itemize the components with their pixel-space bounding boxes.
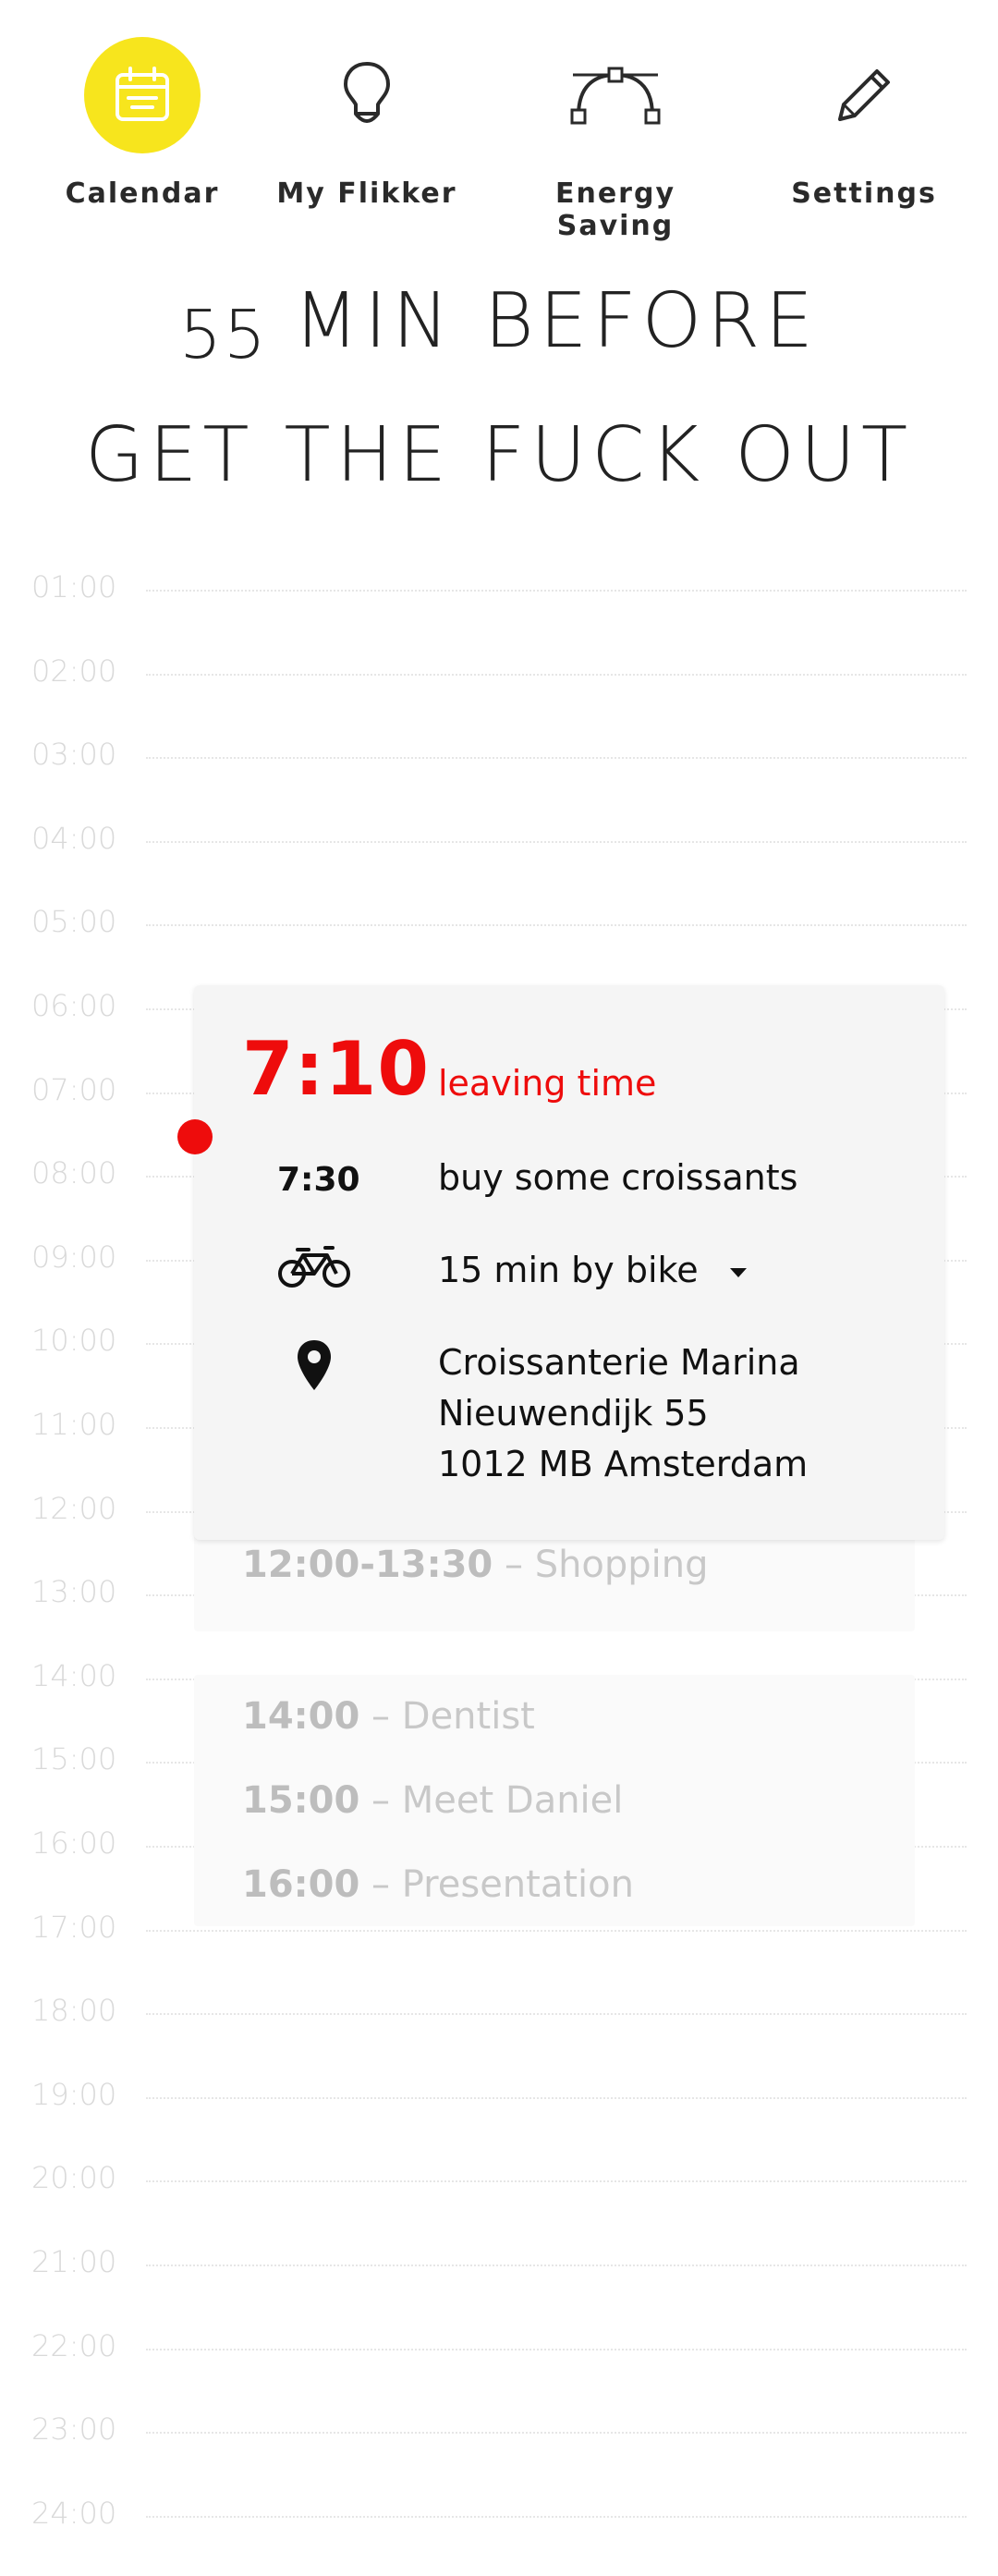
hour-row: 02:00 [0, 653, 998, 689]
countdown-minutes: 55 [179, 296, 268, 373]
address-line-2: Nieuwendijk 55 [438, 1393, 709, 1434]
event-title: Meet Daniel [401, 1779, 624, 1822]
hour-row: 19:00 [0, 2077, 998, 2112]
bezier-curve-icon [557, 37, 674, 153]
event-title: Dentist [401, 1695, 535, 1738]
hour-gridline [146, 2180, 967, 2183]
hour-label: 02:00 [31, 653, 117, 689]
hour-gridline [146, 2013, 967, 2016]
hour-row: 22:00 [0, 2328, 998, 2363]
event-title: buy some croissants [438, 1157, 798, 1198]
event-time: 12:00-13:30 [242, 1544, 493, 1586]
event-title: Shopping [534, 1544, 709, 1586]
hour-label: 06:00 [31, 988, 117, 1023]
hour-label: 09:00 [31, 1239, 117, 1275]
event-item-shopping[interactable]: 12:00-13:30 – Shopping [242, 1544, 709, 1586]
countdown-headline: 55 MIN BEFORE [0, 277, 998, 373]
travel-mode-select[interactable]: 15 min by bike [438, 1250, 747, 1290]
calendar-icon [84, 37, 201, 153]
hour-gridline [146, 2432, 967, 2435]
hour-gridline [146, 590, 967, 592]
hour-label: 04:00 [31, 820, 117, 856]
address-line-3: 1012 MB Amsterdam [438, 1444, 809, 1484]
hour-gridline [146, 673, 967, 676]
address-line-1: Croissanterie Marina [438, 1342, 800, 1383]
event-time: 16:00 [242, 1863, 360, 1906]
event-time: 15:00 [242, 1779, 360, 1822]
event-start-time: 7:30 [277, 1161, 360, 1199]
hour-label: 19:00 [31, 2076, 117, 2112]
hour-row: 05:00 [0, 904, 998, 939]
lightbulb-icon [309, 37, 425, 153]
current-time-indicator [177, 1119, 213, 1154]
hour-label: 12:00 [31, 1490, 117, 1526]
nav-item-my-flikker[interactable]: My Flikker [256, 28, 478, 210]
event-item-meet-daniel[interactable]: 15:00 – Meet Daniel [242, 1779, 623, 1822]
event-item-dentist[interactable]: 14:00 – Dentist [242, 1695, 535, 1738]
hour-row: 20:00 [0, 2160, 998, 2195]
hour-gridline [146, 1929, 967, 1932]
nav-label-my-flikker: My Flikker [276, 177, 457, 210]
hour-label: 05:00 [31, 904, 117, 940]
hour-gridline [146, 2348, 967, 2350]
hour-row: 04:00 [0, 821, 998, 856]
hour-label: 03:00 [31, 737, 117, 773]
hour-label: 01:00 [31, 569, 117, 604]
leaving-time: 7:10 [242, 1026, 430, 1112]
hour-label: 07:00 [31, 1071, 117, 1107]
countdown-subline: GET THE FUCK OUT [84, 411, 914, 499]
hour-gridline [146, 2265, 967, 2266]
hour-gridline [146, 757, 967, 760]
hour-label: 10:00 [31, 1323, 117, 1359]
hour-row: 18:00 [0, 1993, 998, 2028]
event-title: Presentation [401, 1863, 634, 1906]
hour-gridline [146, 2096, 967, 2099]
hour-gridline [146, 840, 967, 843]
bicycle-icon [277, 1242, 351, 1294]
hour-row: 24:00 [0, 2496, 998, 2531]
nav-item-energy-saving[interactable]: Energy Saving [505, 28, 726, 242]
leaving-time-label: leaving time [438, 1063, 657, 1104]
hour-label: 20:00 [31, 2160, 117, 2196]
hour-label: 14:00 [31, 1657, 117, 1693]
top-navigation: Calendar My Flikker Energy Saving Settin… [0, 0, 998, 242]
hour-row: 03:00 [0, 737, 998, 772]
hour-label: 15:00 [31, 1741, 117, 1777]
event-item-presentation[interactable]: 16:00 – Presentation [242, 1863, 634, 1906]
hour-label: 11:00 [31, 1407, 117, 1442]
hour-label: 23:00 [31, 2411, 117, 2448]
event-time: 14:00 [242, 1695, 360, 1738]
pencil-icon [806, 37, 922, 153]
hour-label: 16:00 [31, 1825, 117, 1861]
nav-label-calendar: Calendar [65, 177, 220, 210]
travel-mode-value: 15 min by bike [438, 1250, 699, 1290]
nav-label-settings: Settings [791, 177, 937, 210]
location-pin-icon [296, 1338, 333, 1396]
caret-down-icon [729, 1267, 747, 1277]
hour-row: 23:00 [0, 2411, 998, 2447]
hour-row: 01:00 [0, 569, 998, 604]
countdown-unit: MIN BEFORE [293, 277, 819, 365]
hour-label: 21:00 [31, 2244, 117, 2279]
hour-label: 17:00 [31, 1909, 117, 1945]
hour-label: 22:00 [31, 2327, 117, 2363]
hour-label: 13:00 [31, 1574, 117, 1610]
hour-gridline [146, 2515, 967, 2518]
hour-row: 17:00 [0, 1910, 998, 1945]
hour-label: 18:00 [31, 1993, 117, 2029]
hour-row: 21:00 [0, 2244, 998, 2279]
nav-label-energy-saving: Energy Saving [554, 177, 676, 242]
hour-label: 24:00 [31, 2495, 117, 2531]
nav-item-settings[interactable]: Settings [753, 28, 975, 210]
hour-label: 08:00 [31, 1155, 117, 1191]
hour-gridline [146, 924, 967, 927]
nav-item-calendar[interactable]: Calendar [31, 28, 253, 210]
